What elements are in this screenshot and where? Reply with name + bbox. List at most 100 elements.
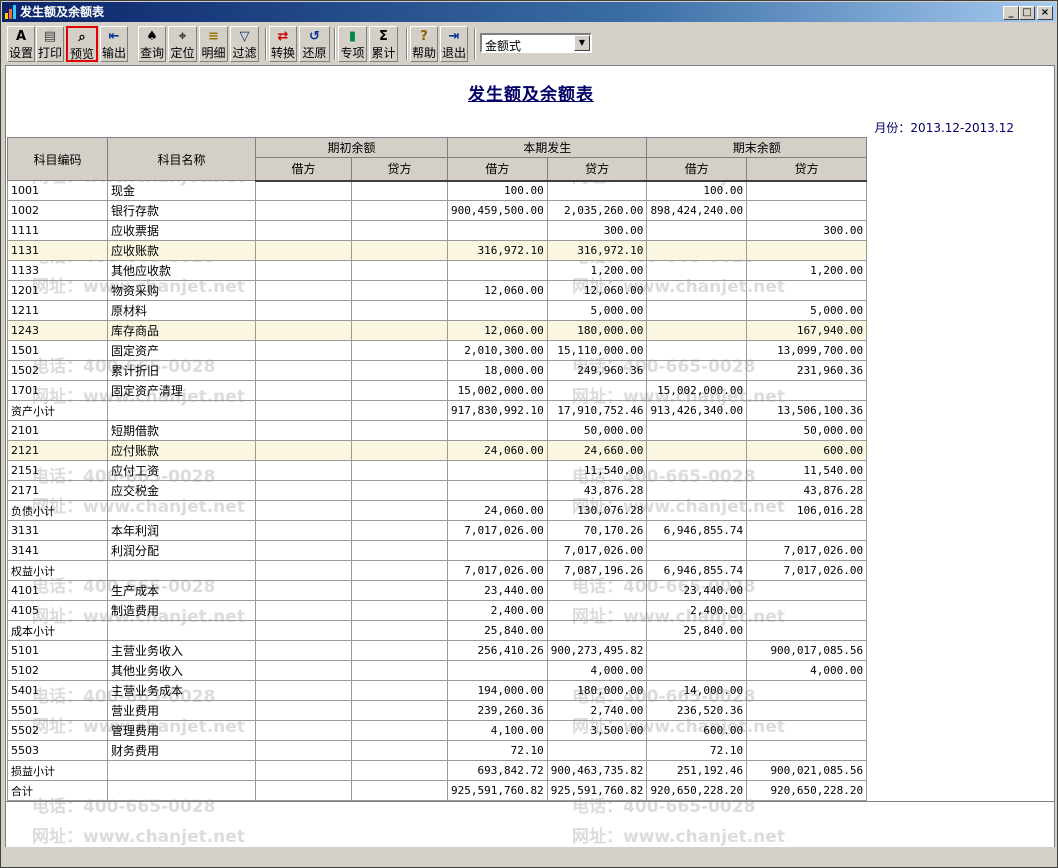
cell-account-name: 财务费用 bbox=[107, 740, 256, 761]
maximize-button[interactable]: □ bbox=[1019, 6, 1035, 20]
title-bar[interactable]: 发生额及余额表 _ □ × bbox=[2, 2, 1056, 22]
cell-closing-credit bbox=[746, 720, 868, 741]
cell-account-name bbox=[107, 760, 256, 781]
balance-table: 科目编码 科目名称 期初余额 本期发生 期末余额 借方 贷方 借方 贷方 借方 … bbox=[7, 137, 868, 801]
table-row[interactable]: 1501 固定资产 2,010,300.00 15,110,000.00 13,099,… bbox=[7, 340, 868, 361]
table-row[interactable]: 成本小计 25,840.00 25,840.00 bbox=[7, 620, 868, 641]
settings-button[interactable]: A 设置 bbox=[7, 26, 35, 62]
export-button[interactable]: ⇤ 输出 bbox=[100, 26, 128, 62]
help-button[interactable]: ? 帮助 bbox=[410, 26, 438, 62]
table-row[interactable]: 权益小计 7,017,026.00 7,087,196.26 6,946,855.74… bbox=[7, 560, 868, 581]
cell-closing-debit bbox=[646, 660, 748, 681]
table-row[interactable]: 1201 物资采购 12,060.00 12,060.00 bbox=[7, 280, 868, 301]
cell-closing-credit: 231,960.36 bbox=[746, 360, 868, 381]
convert-button[interactable]: ⇄ 转换 bbox=[269, 26, 297, 62]
col-closing-debit: 借方 bbox=[646, 157, 748, 182]
print-button[interactable]: ▤ 打印 bbox=[36, 26, 64, 62]
table-row[interactable]: 4105 制造费用 2,400.00 2,400.00 bbox=[7, 600, 868, 621]
table-row[interactable]: 2101 短期借款 50,000.00 50,000.00 bbox=[7, 420, 868, 441]
cell-opening-credit bbox=[351, 340, 448, 361]
table-row[interactable]: 1001 现金 100.00 100.00 bbox=[7, 180, 868, 201]
minimize-button[interactable]: _ bbox=[1003, 6, 1019, 20]
table-row[interactable]: 1002 银行存款 900,459,500.00 2,035,260.00 898,42… bbox=[7, 200, 868, 221]
table-row[interactable]: 5102 其他业务收入 4,000.00 4,000.00 bbox=[7, 660, 868, 681]
cell-account-name: 其他应收款 bbox=[107, 260, 256, 281]
locate-button[interactable]: ⌖ 定位 bbox=[168, 26, 197, 62]
cell-current-credit: 7,017,026.00 bbox=[546, 540, 648, 561]
table-row[interactable]: 2171 应交税金 43,876.28 43,876.28 bbox=[7, 480, 868, 501]
table-row[interactable]: 2151 应付工资 11,540.00 11,540.00 bbox=[7, 460, 868, 481]
restore-button[interactable]: ↺ 还原 bbox=[299, 26, 330, 62]
format-select[interactable]: 金额式 ▼ bbox=[480, 33, 592, 53]
cell-closing-credit: 7,017,026.00 bbox=[746, 560, 868, 581]
preview-button[interactable]: ⌕ 预览 bbox=[66, 26, 98, 62]
cell-current-credit: 50,000.00 bbox=[546, 420, 648, 441]
table-row[interactable]: 1243 库存商品 12,060.00 180,000.00 167,940.00 bbox=[7, 320, 868, 341]
cell-closing-credit bbox=[746, 380, 868, 401]
table-row[interactable]: 5501 营业费用 239,260.36 2,740.00 236,520.36 bbox=[7, 700, 868, 721]
col-name: 科目名称 bbox=[107, 137, 256, 181]
table-row[interactable]: 损益小计 693,842.72 900,463,735.82 251,192.46 90… bbox=[7, 760, 868, 781]
cell-current-debit: 2,400.00 bbox=[447, 600, 548, 621]
col-current-debit: 借方 bbox=[447, 157, 548, 182]
query-button[interactable]: ♠ 查询 bbox=[138, 26, 166, 62]
table-bottom-line bbox=[6, 801, 1054, 802]
filter-button[interactable]: ▽ 过滤 bbox=[230, 26, 259, 62]
cell-closing-debit bbox=[646, 540, 748, 561]
table-row[interactable]: 3131 本年利润 7,017,026.00 70,170.26 6,946,855.7… bbox=[7, 520, 868, 541]
cell-account-name: 制造费用 bbox=[107, 600, 256, 621]
cell-closing-debit: 920,650,228.20 bbox=[646, 780, 748, 801]
cell-opening-credit bbox=[351, 580, 448, 601]
chevron-down-icon[interactable]: ▼ bbox=[574, 35, 590, 51]
table-row[interactable]: 5502 管理费用 4,100.00 3,500.00 600.00 bbox=[7, 720, 868, 741]
query-icon: ♠ bbox=[146, 29, 158, 44]
cell-opening-debit bbox=[255, 360, 352, 381]
table-row[interactable]: 1111 应收票据 300.00 300.00 bbox=[7, 220, 868, 241]
table-row[interactable]: 3141 利润分配 7,017,026.00 7,017,026.00 bbox=[7, 540, 868, 561]
table-row[interactable]: 4101 生产成本 23,440.00 23,440.00 bbox=[7, 580, 868, 601]
special-button[interactable]: ▮ 专项 bbox=[338, 26, 367, 62]
table-row[interactable]: 1211 原材料 5,000.00 5,000.00 bbox=[7, 300, 868, 321]
table-row[interactable]: 1701 固定资产清理 15,002,000.00 15,002,000.00 bbox=[7, 380, 868, 401]
cell-current-credit bbox=[546, 620, 648, 641]
cell-current-debit bbox=[447, 300, 548, 321]
exit-button[interactable]: ⇥ 退出 bbox=[440, 26, 468, 62]
cell-closing-credit: 13,506,100.36 bbox=[746, 400, 868, 421]
cell-closing-credit bbox=[746, 520, 868, 541]
cell-opening-credit bbox=[351, 220, 448, 241]
cell-opening-debit bbox=[255, 220, 352, 241]
cell-opening-debit bbox=[255, 380, 352, 401]
cell-closing-credit bbox=[746, 180, 868, 201]
table-row[interactable]: 2121 应付账款 24,060.00 24,660.00 600.00 bbox=[7, 440, 868, 461]
cell-current-credit: 130,076.28 bbox=[546, 500, 648, 521]
cell-account-name: 管理费用 bbox=[107, 720, 256, 741]
export-icon: ⇤ bbox=[108, 29, 120, 44]
cumulative-button[interactable]: Σ 累计 bbox=[369, 26, 398, 62]
cell-current-debit: 15,002,000.00 bbox=[447, 380, 548, 401]
cell-opening-debit bbox=[255, 720, 352, 741]
cell-current-credit: 70,170.26 bbox=[546, 520, 648, 541]
table-row[interactable]: 合计 925,591,760.82 925,591,760.82 920,650,22… bbox=[7, 780, 868, 801]
table-row[interactable]: 5401 主营业务成本 194,000.00 180,000.00 14,000.00 bbox=[7, 680, 868, 701]
close-button[interactable]: × bbox=[1037, 6, 1053, 20]
cell-opening-debit bbox=[255, 420, 352, 441]
table-row[interactable]: 1133 其他应收款 1,200.00 1,200.00 bbox=[7, 260, 868, 281]
table-row[interactable]: 5503 财务费用 72.10 72.10 bbox=[7, 740, 868, 761]
cell-current-debit: 18,000.00 bbox=[447, 360, 548, 381]
table-row[interactable]: 1131 应收账款 316,972.10 316,972.10 bbox=[7, 240, 868, 261]
detail-button[interactable]: ≡ 明细 bbox=[199, 26, 228, 62]
cell-opening-credit bbox=[351, 180, 448, 201]
table-row[interactable]: 资产小计 917,830,992.10 17,910,752.46 913,426,3… bbox=[7, 400, 868, 421]
table-row[interactable]: 5101 主营业务收入 256,410.26 900,273,495.82 900,01… bbox=[7, 640, 868, 661]
cell-closing-credit bbox=[746, 600, 868, 621]
table-row[interactable]: 负债小计 24,060.00 130,076.28 106,016.28 bbox=[7, 500, 868, 521]
cell-account-code: 1701 bbox=[7, 380, 108, 401]
cell-opening-credit bbox=[351, 400, 448, 421]
cell-current-credit: 5,000.00 bbox=[546, 300, 648, 321]
cell-closing-credit: 11,540.00 bbox=[746, 460, 868, 481]
cell-account-name: 现金 bbox=[107, 180, 256, 201]
table-row[interactable]: 1502 累计折旧 18,000.00 249,960.36 231,960.36 bbox=[7, 360, 868, 381]
cell-closing-debit: 913,426,340.00 bbox=[646, 400, 748, 421]
cell-current-debit: 917,830,992.10 bbox=[447, 400, 548, 421]
cell-closing-debit bbox=[646, 260, 748, 281]
